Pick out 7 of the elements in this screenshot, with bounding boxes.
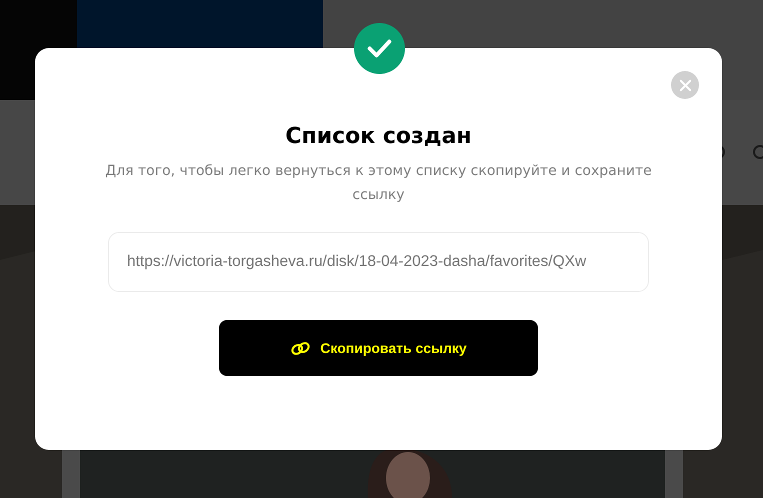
close-button[interactable]: [671, 71, 699, 99]
dialog-title: Список создан: [285, 123, 472, 151]
link-field[interactable]: https://victoria-torgasheva.ru/disk/18-04-2023-dasha/favorites/QXw: [108, 232, 649, 292]
link-icon: [290, 340, 312, 356]
dialog-message: Для того, чтобы легко вернуться к этому списку скопируйте и сохраните ссылку: [104, 162, 653, 205]
copy-link-button[interactable]: Скопировать ссылку: [219, 320, 538, 376]
close-icon: [678, 78, 692, 92]
